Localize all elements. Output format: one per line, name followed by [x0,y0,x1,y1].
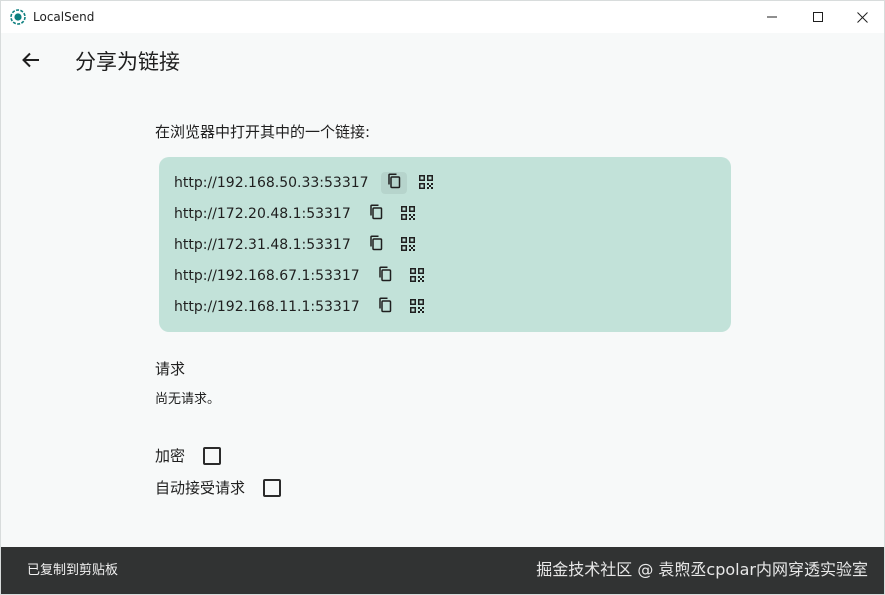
link-row: http://172.31.48.1:53317 [174,233,421,257]
page-title: 分享为链接 [75,50,180,74]
encryption-option: 加密 [155,444,222,468]
qr-code-button[interactable] [404,265,430,287]
window-title: LocalSend [33,10,95,24]
copy-link-button[interactable] [372,296,398,318]
qr-code-icon [409,267,424,286]
copy-icon [369,235,383,255]
qr-code-icon [409,298,424,317]
copy-link-button[interactable] [363,203,389,225]
copy-icon [369,204,383,224]
qr-code-button[interactable] [404,296,430,318]
copy-link-button[interactable] [372,265,398,287]
copy-icon [378,297,392,317]
auto-accept-label: 自动接受请求 [155,479,246,497]
title-bar[interactable]: LocalSend [1,1,884,33]
link-row: http://192.168.67.1:53317 [174,264,430,288]
qr-code-button[interactable] [395,234,421,256]
requests-empty-text: 尚无请求。 [155,392,221,407]
link-url[interactable]: http://172.31.48.1:53317 [174,235,351,255]
close-button[interactable] [839,1,884,33]
requests-heading: 请求 [155,360,186,378]
link-list-card: http://192.168.50.33:53317 http://172.20… [159,157,731,332]
auto-accept-checkbox[interactable] [263,479,282,497]
link-instruction: 在浏览器中打开其中的一个链接: [155,123,371,141]
encryption-checkbox[interactable] [203,447,222,465]
link-url[interactable]: http://192.168.67.1:53317 [174,266,360,286]
close-icon [856,11,868,23]
link-url[interactable]: http://192.168.50.33:53317 [174,173,369,193]
link-url[interactable]: http://172.20.48.1:53317 [174,204,351,224]
qr-code-icon [418,174,433,193]
auto-accept-option: 自动接受请求 [155,476,282,500]
maximize-button[interactable] [795,1,841,33]
copy-icon [378,266,392,286]
link-url[interactable]: http://192.168.11.1:53317 [174,297,360,317]
qr-code-button[interactable] [395,203,421,225]
qr-code-button[interactable] [413,172,439,194]
minimize-button[interactable] [749,1,795,33]
localsend-logo-icon [10,9,26,25]
maximize-icon [813,12,823,22]
watermark-text: 掘金技术社区 @ 袁煦丞cpolar内网穿透实验室 [536,560,868,579]
copy-icon [387,173,401,193]
back-button[interactable] [15,47,47,77]
app-window: LocalSend 分享为链接 在浏览器中打开其中的一个链接: http://1… [0,0,885,595]
arrow-left-icon [22,52,40,72]
minimize-icon [767,12,777,22]
link-row: http://192.168.11.1:53317 [174,295,430,319]
copy-link-button[interactable] [363,234,389,256]
snackbar-message: 已复制到剪贴板 [27,563,119,578]
snackbar: 已复制到剪贴板 掘金技术社区 @ 袁煦丞cpolar内网穿透实验室 [1,547,884,594]
qr-code-icon [400,205,415,224]
copy-link-button[interactable] [380,172,407,194]
encryption-label: 加密 [155,447,186,465]
link-row: http://172.20.48.1:53317 [174,202,421,226]
link-row: http://192.168.50.33:53317 [174,171,439,195]
qr-code-icon [400,236,415,255]
